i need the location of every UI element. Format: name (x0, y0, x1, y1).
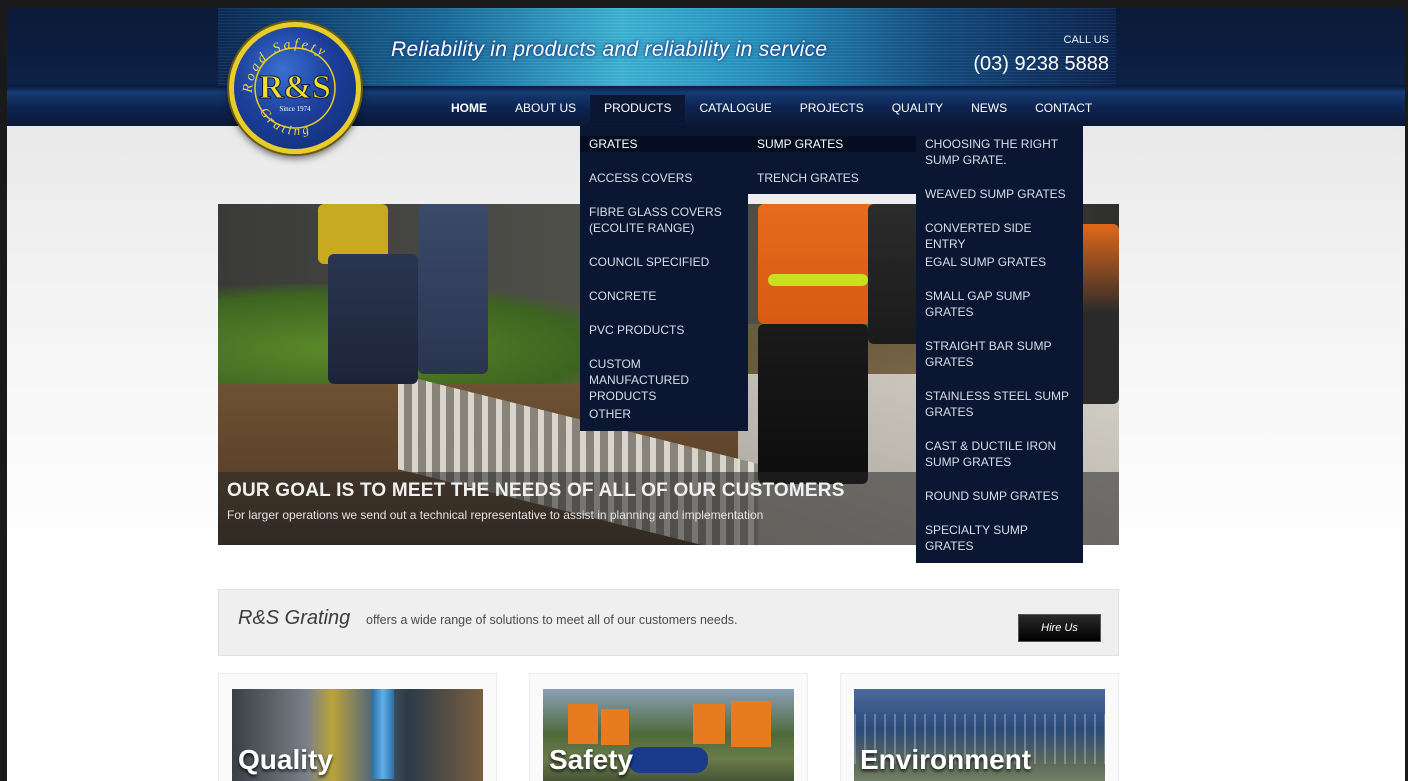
menu-item-converted-side-entry[interactable]: CONVERTED SIDE ENTRY (916, 220, 1083, 252)
menu-item-small-gap-sump-grates[interactable]: SMALL GAP SUMP GRATES (916, 288, 1083, 320)
hero-photo-worker (328, 254, 418, 384)
feature-quality-label: Quality (238, 744, 333, 775)
feature-quality-image[interactable]: Quality (232, 689, 483, 781)
hero-photo-worker (768, 274, 868, 286)
menu-item-straight-bar-sump-grates[interactable]: STRAIGHT BAR SUMP GRATES (916, 338, 1083, 370)
intro-bar: R&S Grating offers a wide range of solut… (218, 589, 1119, 656)
safety-photo-worker (568, 704, 598, 744)
menu-item-specialty-sump-grates[interactable]: SPECIALTY SUMP GRATES (916, 522, 1083, 554)
menu-item-grates[interactable]: GRATES (580, 136, 748, 152)
feature-safety-image[interactable]: Safety (543, 689, 794, 781)
feature-environment-label: Environment (860, 744, 1032, 775)
page: Reliability in products and reliability … (7, 8, 1405, 781)
safety-photo-worker (693, 704, 725, 744)
site-logo[interactable]: Road Safety Grating R&S Since 1974 (229, 22, 361, 154)
hire-us-button[interactable]: Hire Us (1018, 614, 1101, 642)
menu-item-fibre-glass-covers[interactable]: FIBRE GLASS COVERS (ECOLITE RANGE) (580, 204, 748, 236)
menu-item-choosing-sump-grate[interactable]: CHOOSING THE RIGHT SUMP GRATE. (916, 136, 1083, 168)
nav-home[interactable]: HOME (437, 95, 501, 123)
menu-item-other[interactable]: OTHER (580, 406, 748, 422)
nav-quality[interactable]: QUALITY (878, 95, 957, 123)
quality-photo-machine (372, 689, 394, 779)
grates-submenu: SUMP GRATES TRENCH GRATES (748, 126, 916, 194)
menu-item-council-specified[interactable]: COUNCIL SPECIFIED (580, 254, 748, 270)
nav-contact[interactable]: CONTACT (1021, 95, 1106, 123)
menu-item-weaved-sump-grates[interactable]: WEAVED SUMP GRATES (916, 186, 1083, 202)
nav-news[interactable]: NEWS (957, 95, 1021, 123)
menu-item-trench-grates[interactable]: TRENCH GRATES (748, 170, 916, 186)
site-tagline: Reliability in products and reliability … (391, 38, 828, 61)
feature-safety-label: Safety (549, 744, 634, 775)
menu-item-custom-manufactured[interactable]: CUSTOM MANUFACTURED PRODUCTS (580, 356, 748, 404)
nav-catalogue[interactable]: CATALOGUE (685, 95, 785, 123)
menu-item-pvc-products[interactable]: PVC PRODUCTS (580, 322, 748, 338)
nav-projects[interactable]: PROJECTS (786, 95, 878, 123)
logo-since: Since 1974 (279, 105, 311, 113)
hero-photo-worker (758, 324, 868, 484)
nav-products[interactable]: PRODUCTS (590, 95, 686, 123)
hero-photo-worker (418, 204, 488, 374)
sump-grates-submenu: CHOOSING THE RIGHT SUMP GRATE. WEAVED SU… (916, 126, 1083, 563)
menu-item-round-sump-grates[interactable]: ROUND SUMP GRATES (916, 488, 1083, 504)
call-us-label: CALL US (1063, 34, 1109, 46)
safety-photo-worker (731, 701, 771, 747)
logo-emblem: Road Safety Grating R&S Since 1974 (241, 37, 336, 138)
intro-brand: R&S Grating (238, 607, 351, 629)
feature-environment-image[interactable]: Environment (854, 689, 1105, 781)
menu-item-concrete[interactable]: CONCRETE (580, 288, 748, 304)
safety-photo-worker (601, 709, 629, 745)
products-dropdown: GRATES ACCESS COVERS FIBRE GLASS COVERS … (580, 126, 748, 431)
logo-brand: R&S (259, 69, 331, 106)
safety-photo-sign (628, 747, 708, 773)
menu-item-stainless-steel-sump-grates[interactable]: STAINLESS STEEL SUMP GRATES (916, 388, 1083, 420)
feature-safety[interactable]: Safety (529, 673, 808, 781)
menu-item-access-covers[interactable]: ACCESS COVERS (580, 170, 748, 186)
hero-photo-worker (758, 204, 878, 324)
menu-item-egal-sump-grates[interactable]: EGAL SUMP GRATES (916, 254, 1083, 270)
menu-item-sump-grates[interactable]: SUMP GRATES (748, 136, 916, 152)
nav-about-us[interactable]: ABOUT US (501, 95, 590, 123)
feature-quality[interactable]: Quality (218, 673, 497, 781)
intro-text: offers a wide range of solutions to meet… (366, 613, 738, 627)
hero-photo-worker (1078, 224, 1119, 404)
feature-environment[interactable]: Environment (840, 673, 1119, 781)
main-nav: HOME ABOUT US PRODUCTS CATALOGUE PROJECT… (437, 95, 1106, 123)
menu-item-cast-ductile-iron-sump-grates[interactable]: CAST & DUCTILE IRON SUMP GRATES (916, 438, 1083, 470)
phone-number[interactable]: (03) 9238 5888 (959, 53, 1109, 76)
